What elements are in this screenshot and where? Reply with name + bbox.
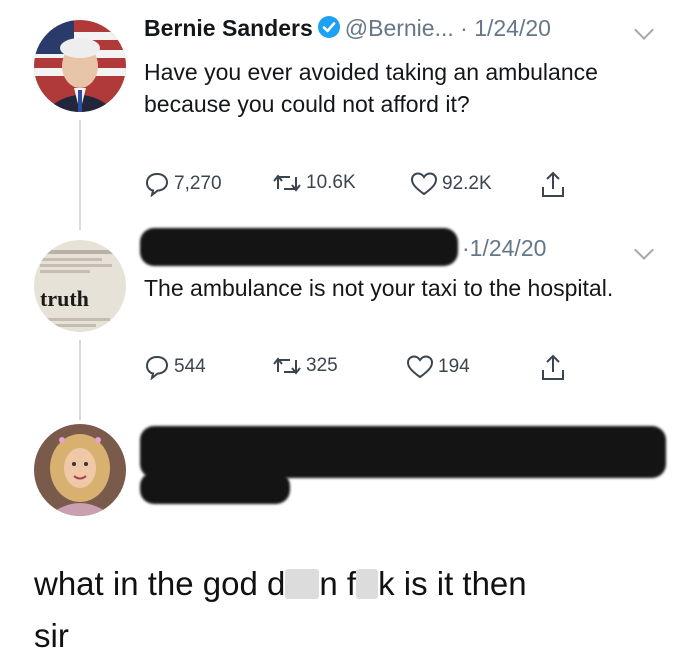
thread-line-1 [79,120,81,230]
like-count: 92.2K [442,173,492,194]
redacted-user-header [140,426,666,478]
retweet-icon [272,171,302,195]
retweet-button[interactable]: 10.6K [272,171,356,195]
retweet-icon [272,354,302,378]
redacted-user-text [140,472,290,504]
chevron-down-icon[interactable] [634,20,654,40]
like-icon [406,354,434,380]
tweet-actions: 7,270 10.6K 92.2K [144,171,594,199]
chevron-down-icon-2[interactable] [634,240,654,260]
caption-part-3: k is it then [378,565,527,602]
share-icon [540,171,566,199]
retweet-count-2: 325 [306,355,338,376]
share-icon [540,354,566,382]
reply-icon [144,171,170,197]
caption-part-1: what in the god d [34,565,286,602]
author-name[interactable]: Bernie Sanders [144,15,313,41]
like-icon [410,171,438,197]
selfie-image [34,424,126,516]
censor-block [285,569,320,599]
tweet-header: Bernie Sanders @Bernie... · 1/24/20 [144,14,551,45]
newspaper-image: truth [34,240,126,332]
redacted-author [140,228,458,266]
thread-line-2 [79,340,81,420]
share-button-2[interactable] [540,354,566,382]
portrait-image [34,20,126,112]
avatar-user[interactable] [34,424,126,516]
tweet-header-2: ·1/24/20 [462,234,546,262]
author-handle[interactable]: @Bernie... [345,15,454,41]
verified-icon [317,15,341,45]
tweet-text-2: The ambulance is not your taxi to the ho… [144,275,614,301]
reply-button[interactable]: 7,270 [144,171,222,197]
reply-icon [144,354,170,380]
reply-count-2: 544 [174,356,206,377]
retweet-button-2[interactable]: 325 [272,354,338,378]
tweet-date-2[interactable]: ·1/24/20 [462,235,546,261]
reply-count: 7,270 [174,173,222,194]
meme-caption: what in the god d n f k is it then sir [34,558,674,662]
like-button[interactable]: 92.2K [410,171,492,197]
censor-block-2 [356,569,379,599]
tweet-actions-2: 544 325 194 [144,354,594,382]
retweet-count: 10.6K [306,172,356,193]
reply-button-2[interactable]: 544 [144,354,206,380]
like-count-2: 194 [438,356,470,377]
avatar-bernie[interactable] [34,20,126,112]
avatar-truth[interactable]: truth [34,240,126,332]
like-button-2[interactable]: 194 [406,354,470,380]
caption-part-4: sir [34,617,69,654]
share-button[interactable] [540,171,566,199]
avatar-truth-text: truth [40,286,89,311]
caption-part-2: n f [319,565,357,602]
tweet-date[interactable]: · 1/24/20 [460,15,551,41]
tweet-text: Have you ever avoided taking an ambulanc… [144,59,598,117]
